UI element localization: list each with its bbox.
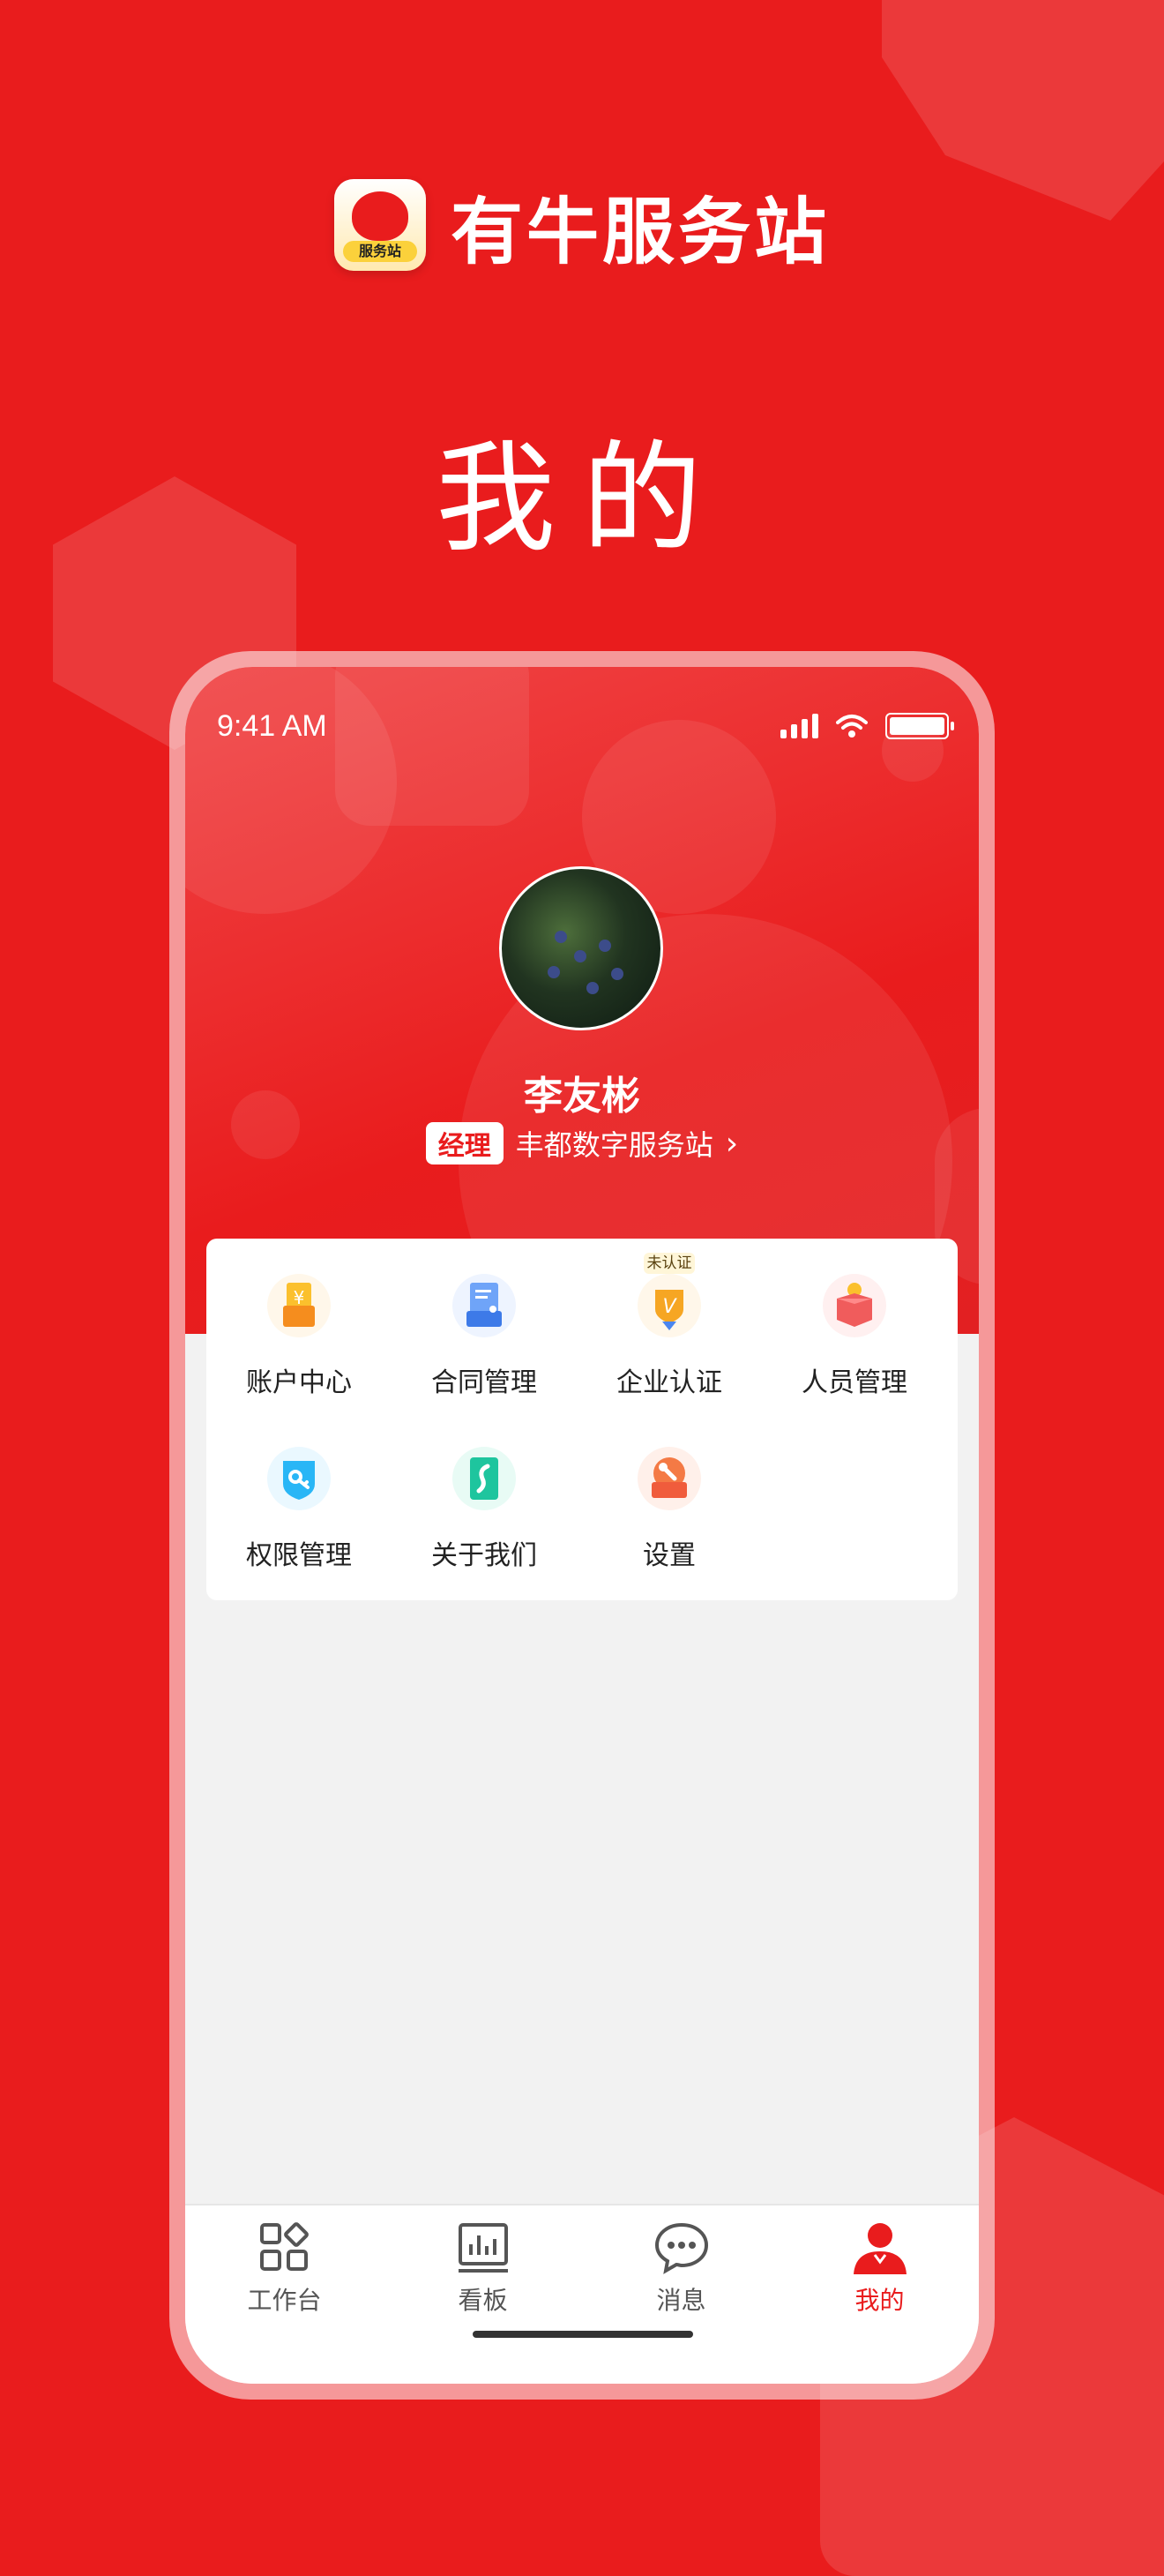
svg-text:¥: ¥ (294, 1287, 305, 1308)
menu-card: ¥ 账户中心 合同管理 V 未认证 企业认证 人员管理 权限管理 关于我们 设置 (206, 1239, 958, 1600)
page-heading: 我的 (436, 430, 728, 569)
tab-label: 消息 (656, 2286, 706, 2315)
menu-label: 账户中心 (246, 1367, 352, 1398)
menu-label: 关于我们 (431, 1540, 537, 1571)
menu-item-contract-management[interactable]: 合同管理 (392, 1256, 577, 1398)
svg-text:V: V (662, 1296, 677, 1318)
unverified-tag: 未认证 (644, 1253, 695, 1274)
role-badge: 经理 (425, 1122, 504, 1164)
tab-dashboard[interactable]: 看板 (384, 2220, 582, 2325)
menu-item-settings[interactable]: 设置 (577, 1429, 762, 1571)
organization-link[interactable]: 经理 丰都数字服务站 › (185, 1122, 979, 1164)
about-us-icon (452, 1447, 516, 1510)
menu-item-staff-management[interactable]: 人员管理 (762, 1256, 947, 1398)
menu-label: 权限管理 (246, 1540, 352, 1571)
tab-label: 我的 (854, 2286, 905, 2315)
settings-wrench-icon (638, 1447, 701, 1510)
phone-frame: 9:41 AM 李友彬 经理 丰都数字服务站 › ¥ 账户中心 合同管理 V 未… (169, 651, 995, 2400)
menu-label: 设置 (643, 1540, 696, 1571)
account-wallet-icon: ¥ (267, 1274, 331, 1337)
dashboard-chart-icon (458, 2223, 508, 2273)
tab-label: 工作台 (247, 2286, 322, 2315)
staff-box-icon (823, 1274, 886, 1337)
menu-item-permission-management[interactable]: 权限管理 (206, 1429, 392, 1571)
wifi-icon (836, 715, 868, 738)
contract-document-icon (452, 1274, 516, 1337)
enterprise-verify-icon: V (638, 1274, 701, 1337)
message-bubble-icon (654, 2222, 708, 2274)
tab-messages[interactable]: 消息 (582, 2220, 780, 2325)
status-time: 9:41 AM (217, 709, 327, 743)
menu-item-enterprise-verification[interactable]: V 未认证 企业认证 (577, 1253, 762, 1398)
tab-profile[interactable]: 我的 (780, 2220, 979, 2325)
chevron-right-icon: › (725, 1125, 739, 1162)
tab-label: 看板 (458, 2286, 508, 2315)
tab-workbench[interactable]: 工作台 (185, 2220, 384, 2325)
battery-icon (885, 713, 954, 739)
organization-name: 丰都数字服务站 (515, 1128, 713, 1162)
user-name: 李友彬 (524, 1074, 640, 1119)
avatar[interactable] (499, 866, 663, 1030)
menu-label: 合同管理 (431, 1367, 537, 1398)
brand-name: 有牛服务站 (450, 190, 830, 274)
status-bar: 9:41 AM (217, 709, 954, 745)
permission-key-icon (267, 1447, 331, 1510)
app-icon-label: 服务站 (342, 241, 417, 262)
bottom-tab-bar: 工作台 看板 消息 我的 (185, 2204, 979, 2384)
brand-header: 服务站 有牛服务站 (0, 176, 1164, 274)
menu-label: 人员管理 (802, 1367, 907, 1398)
home-indicator[interactable] (473, 2331, 693, 2338)
profile-person-icon (853, 2223, 907, 2274)
cellular-signal-icon (780, 714, 818, 738)
menu-item-account-center[interactable]: ¥ 账户中心 (206, 1256, 392, 1398)
workbench-grid-icon (259, 2222, 309, 2271)
menu-item-about-us[interactable]: 关于我们 (392, 1429, 577, 1571)
app-logo-icon: 服务站 (333, 179, 426, 271)
menu-label: 企业认证 (616, 1367, 722, 1398)
phone-screen: 9:41 AM 李友彬 经理 丰都数字服务站 › ¥ 账户中心 合同管理 V 未… (185, 667, 979, 2384)
